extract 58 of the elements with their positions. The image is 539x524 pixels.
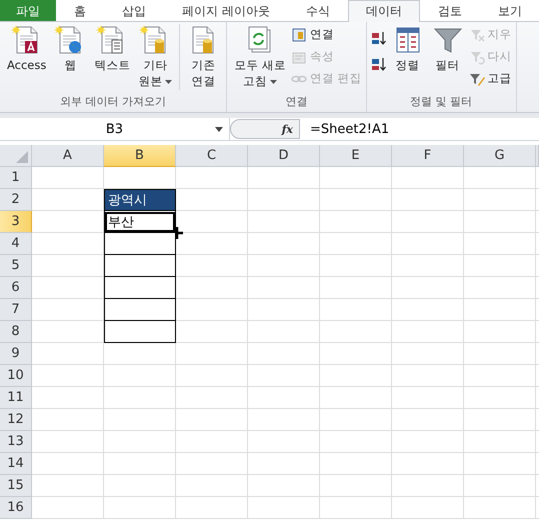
column-header[interactable]: B — [104, 145, 176, 167]
triangle-icon — [16, 151, 28, 163]
ribbon-button[interactable]: 텍스트 — [91, 24, 134, 73]
ribbon-button[interactable]: 기타 원본 — [135, 24, 176, 89]
row-header[interactable]: 5 — [0, 255, 32, 277]
table-cell — [104, 233, 176, 255]
ribbon-button[interactable]: 정렬 — [388, 24, 427, 73]
sort-descending-icon[interactable] — [370, 56, 387, 72]
column-header[interactable]: D — [248, 145, 320, 167]
ribbon-tab[interactable]: 홈 — [56, 0, 104, 21]
ribbon-button[interactable]: 필터 — [428, 24, 467, 73]
table-cell — [104, 277, 176, 299]
ribbon-button[interactable]: 기존 연결 — [184, 24, 222, 89]
name-box[interactable]: B3 — [0, 118, 230, 140]
row-header[interactable]: 1 — [0, 167, 32, 189]
row-header[interactable]: 9 — [0, 343, 32, 365]
row-header[interactable]: 6 — [0, 277, 32, 299]
row-header[interactable]: 4 — [0, 233, 32, 255]
caret-icon — [215, 127, 223, 132]
ribbon-small-button[interactable]: 연결 — [291, 25, 362, 44]
ribbon-button[interactable]: Access — [4, 24, 50, 73]
file-tab[interactable]: 파일 — [0, 0, 56, 21]
group-label: 연결 — [284, 94, 309, 110]
row-header[interactable]: 3 — [0, 211, 32, 233]
ribbon-tab[interactable]: 페이지 레이아웃 — [164, 0, 288, 21]
sort-ascending-icon[interactable] — [370, 30, 387, 46]
ribbon-tab[interactable]: 보기 — [480, 0, 539, 21]
table-cell — [104, 321, 176, 343]
ribbon-small-button[interactable]: 고급 — [468, 69, 512, 88]
table-header-cell: 광역시 — [104, 189, 176, 211]
column-header[interactable]: G — [464, 145, 536, 167]
ribbon-tab[interactable]: 데이터 — [348, 0, 420, 22]
table-cell — [104, 255, 176, 277]
row-header[interactable]: 14 — [0, 453, 32, 475]
column-header[interactable]: E — [320, 145, 392, 167]
ribbon-tab[interactable]: 삽입 — [104, 0, 164, 21]
row-header[interactable]: 15 — [0, 475, 32, 497]
formula-field[interactable]: =Sheet2!A1 — [300, 122, 539, 136]
column-header[interactable]: F — [392, 145, 464, 167]
ribbon-tab[interactable]: 검토 — [420, 0, 480, 21]
group-label: 외부 데이터 가져오기 — [59, 94, 168, 110]
connection-icon — [291, 26, 308, 42]
row-header[interactable]: 11 — [0, 387, 32, 409]
table-cell — [104, 299, 176, 321]
row-header[interactable]: 12 — [0, 409, 32, 431]
column-header[interactable]: A — [32, 145, 104, 167]
insert-function-button[interactable]: fx — [282, 122, 293, 136]
column-header[interactable]: C — [176, 145, 248, 167]
row-header[interactable]: 13 — [0, 431, 32, 453]
row-header[interactable]: 2 — [0, 189, 32, 211]
row-header[interactable]: 16 — [0, 497, 32, 519]
ribbon-button[interactable]: 모두 새로 고침 — [231, 24, 290, 89]
row-header[interactable]: 7 — [0, 299, 32, 321]
ribbon-button[interactable]: 웹 — [51, 24, 90, 73]
ribbon-tab[interactable]: 수식 — [288, 0, 348, 21]
row-header[interactable]: 10 — [0, 365, 32, 387]
row-header[interactable]: 8 — [0, 321, 32, 343]
group-label: 정렬 및 필터 — [409, 94, 474, 110]
